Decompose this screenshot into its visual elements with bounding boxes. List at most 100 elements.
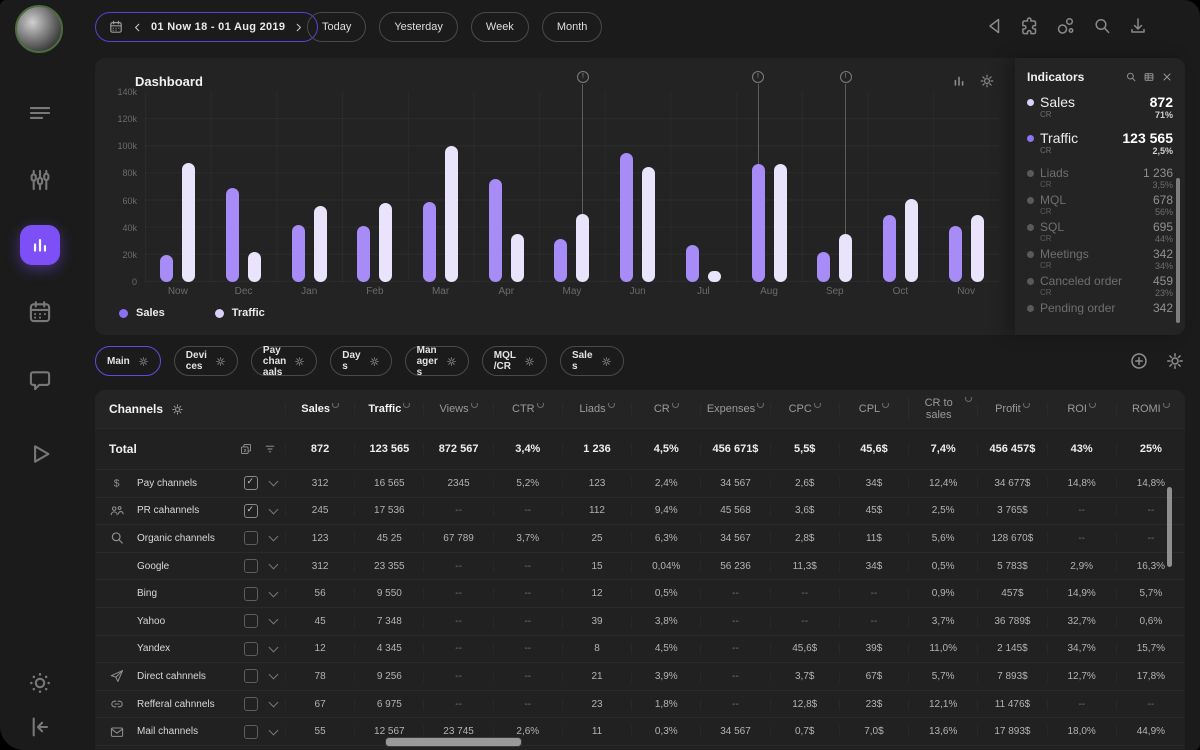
row-checkbox[interactable] [244,642,258,656]
annotation-marker[interactable]: ! [758,84,759,164]
bar-traffic-now[interactable] [182,92,195,282]
download-icon[interactable] [1128,16,1148,36]
bar-traffic-oct[interactable] [905,92,918,282]
legend-item-sales[interactable]: Sales [119,307,165,319]
bar-sales-jun[interactable] [620,92,633,282]
play-icon[interactable] [26,440,54,468]
collapse-sidebar-icon[interactable] [26,713,54,741]
bar-traffic-jun[interactable] [642,92,655,282]
bar-traffic-mar[interactable] [445,92,458,282]
legend-item-traffic[interactable]: Traffic [215,307,265,319]
chevron-left-icon[interactable] [131,21,144,34]
bar-traffic-feb[interactable] [379,92,392,282]
filters-icon[interactable] [26,166,54,194]
bar-sales-feb[interactable] [357,92,370,282]
annotation-marker[interactable]: ! [845,84,846,234]
indicator-item[interactable]: MQL678CR56% [1027,193,1173,217]
date-range-picker[interactable]: 01 Now 18 - 01 Aug 2019 [95,12,318,42]
chip-settings-icon[interactable] [294,356,305,367]
column-header-cr[interactable]: CR [631,403,700,415]
filter-chip-man-ager-s[interactable]: Man ager s [405,346,469,376]
row-chevron-down-icon[interactable] [269,670,279,680]
row-chevron-down-icon[interactable] [269,504,279,514]
bar-sales-nov[interactable] [949,92,962,282]
indicator-item[interactable]: SQL695CR44% [1027,220,1173,244]
quick-range-button-week[interactable]: Week [471,12,529,42]
bar-traffic-apr[interactable] [511,92,524,282]
row-chevron-down-icon[interactable] [269,560,279,570]
row-chevron-down-icon[interactable] [269,725,279,735]
column-header-cr-to-sales[interactable]: CR to sales [908,397,977,421]
chip-settings-icon[interactable] [601,356,612,367]
column-header-liads[interactable]: Liads [562,403,631,415]
chip-settings-icon[interactable] [524,356,535,367]
bar-traffic-jan[interactable] [314,92,327,282]
column-header-roi[interactable]: ROI [1047,403,1116,415]
row-checkbox[interactable] [244,559,258,573]
dashboard-icon[interactable] [20,225,60,265]
column-header-expenses[interactable]: Expenses [700,403,769,415]
bar-traffic-sep[interactable]: ! [839,92,852,282]
row-checkbox[interactable] [244,531,258,545]
add-filter-icon[interactable] [1129,351,1149,371]
annotation-marker[interactable]: ! [582,84,583,214]
indicators-table-icon[interactable] [1143,71,1155,83]
column-header-romi[interactable]: ROMI [1116,403,1185,415]
bar-sales-dec[interactable] [226,92,239,282]
quick-range-button-today[interactable]: Today [307,12,366,42]
chart-settings-icon[interactable] [979,73,995,89]
messages-icon[interactable] [26,366,54,394]
indicator-item[interactable]: Canceled order459CR23% [1027,274,1173,298]
column-header-ctr[interactable]: CTR [493,403,562,415]
row-chevron-down-icon[interactable] [269,587,279,597]
indicator-item[interactable]: Pending order342 [1027,301,1173,315]
search-icon[interactable] [1092,16,1112,36]
indicator-item[interactable]: Traffic123 565CR2,5% [1027,130,1173,156]
settings-icon[interactable] [1164,16,1184,36]
column-header-sales[interactable]: Sales [285,403,354,415]
chip-settings-icon[interactable] [369,356,380,367]
chip-settings-icon[interactable] [215,356,226,367]
bar-traffic-dec[interactable] [248,92,261,282]
row-chevron-down-icon[interactable] [269,532,279,542]
filter-chip-pay-chan-aals[interactable]: Pay chan aals [251,346,317,376]
indicator-item[interactable]: Liads1 236CR3,5% [1027,166,1173,190]
quick-range-button-yesterday[interactable]: Yesterday [379,12,458,42]
row-chevron-down-icon[interactable] [269,642,279,652]
avatar[interactable] [15,5,63,53]
bar-sales-mar[interactable] [423,92,436,282]
share-icon[interactable] [1056,16,1076,36]
filter-chip-sale-s[interactable]: Sale s [560,346,624,376]
bar-sales-oct[interactable] [883,92,896,282]
row-checkbox[interactable] [244,697,258,711]
indicator-item[interactable]: Meetings342CR34% [1027,247,1173,271]
bar-sales-jul[interactable] [686,92,699,282]
bar-traffic-aug[interactable] [774,92,787,282]
chip-settings-icon[interactable] [138,356,149,367]
table-horizontal-scrollbar[interactable] [385,737,522,747]
chevron-right-icon[interactable] [292,21,305,34]
indicators-scrollbar[interactable] [1176,178,1180,323]
column-header-cpl[interactable]: CPL [839,403,908,415]
indicators-search-icon[interactable] [1125,71,1137,83]
bar-traffic-jul[interactable] [708,92,721,282]
bar-traffic-may[interactable]: ! [576,92,589,282]
bar-sales-may[interactable] [554,92,567,282]
compare-icon[interactable]: 2 [239,442,253,456]
filters-settings-icon[interactable] [1165,351,1185,371]
chart-type-icon[interactable] [951,73,967,89]
indicator-item[interactable]: Sales872CR71% [1027,94,1173,120]
filter-chip-main[interactable]: Main [95,346,161,376]
column-header-traffic[interactable]: Traffic [354,403,423,415]
bar-sales-jan[interactable] [292,92,305,282]
filter-chip-devi-ces[interactable]: Devi ces [174,346,238,376]
row-checkbox[interactable] [244,504,258,518]
row-chevron-down-icon[interactable] [269,477,279,487]
theme-icon[interactable] [26,669,54,697]
bar-sales-sep[interactable] [817,92,830,282]
row-checkbox[interactable] [244,614,258,628]
bar-sales-now[interactable] [160,92,173,282]
row-chevron-down-icon[interactable] [269,615,279,625]
row-checkbox[interactable] [244,725,258,739]
quick-range-button-month[interactable]: Month [542,12,603,42]
